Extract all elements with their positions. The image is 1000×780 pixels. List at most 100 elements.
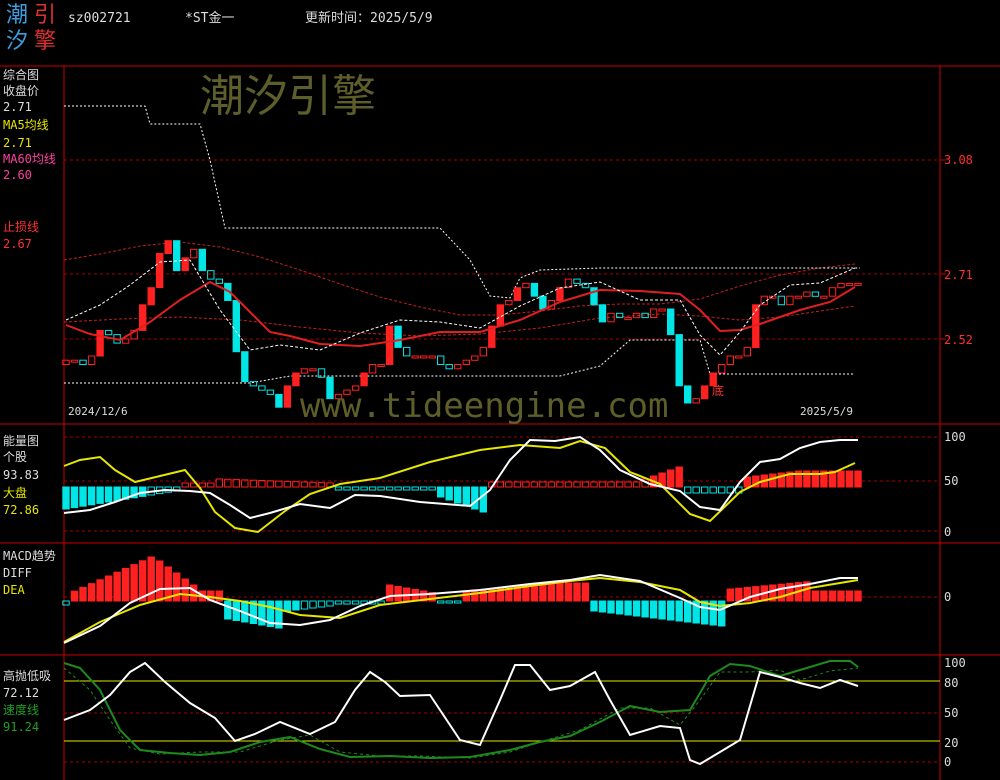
candle [241, 351, 249, 383]
ma5-value: 2.71 [3, 136, 32, 150]
energy-bar [377, 486, 385, 491]
brand-watermark: 潮汐引擎 [200, 71, 376, 122]
macd-bar [828, 590, 837, 602]
macd-bar [300, 600, 309, 610]
energy-bar [684, 486, 692, 494]
energy-bar [207, 482, 215, 488]
osc-axis-100: 100 [944, 656, 966, 670]
macd-bar [590, 600, 598, 612]
candle [403, 346, 411, 357]
candle [667, 308, 675, 336]
energy-axis-0: 0 [944, 525, 952, 539]
macd-bar [445, 600, 453, 604]
energy-bar [530, 481, 539, 488]
energy-bar [581, 481, 590, 488]
candle [156, 253, 164, 289]
macd-bar [292, 600, 300, 611]
candle [377, 364, 385, 367]
candle [658, 308, 666, 312]
energy-bar [181, 482, 189, 488]
macd-bar [437, 600, 445, 604]
energy-bar [564, 481, 573, 488]
macd-bar [377, 600, 385, 605]
candle [786, 295, 794, 306]
macd-bar [854, 590, 862, 602]
macd-bar [684, 600, 692, 623]
candle [479, 346, 488, 357]
candle [445, 364, 453, 370]
macd-bar [632, 600, 641, 617]
energy-bar [462, 486, 471, 507]
macd-bar [641, 600, 649, 618]
candle [275, 393, 283, 408]
speed-value: 91.24 [3, 720, 40, 734]
energy-bar [718, 486, 726, 494]
macd-bar [104, 575, 113, 602]
energy-axis-100: 100 [944, 430, 966, 444]
macd-bar [70, 590, 79, 602]
candle [854, 282, 862, 286]
energy-bar [615, 481, 624, 488]
energy-bar [215, 478, 224, 488]
macd-bar [190, 584, 198, 602]
osc-axis-50: 50 [944, 706, 959, 720]
energy-bar [62, 486, 70, 510]
price-axis-label-mid: 2.71 [944, 268, 973, 282]
candle [394, 325, 402, 348]
candle [385, 325, 394, 366]
macd-bar [317, 600, 326, 608]
energy-bar [539, 481, 547, 488]
macd-bar [726, 588, 734, 602]
energy-bar [667, 469, 675, 488]
energy-bar [309, 481, 317, 488]
candle [539, 295, 547, 310]
speed-label: 速度线 [3, 703, 40, 717]
osc-axis-0: 0 [944, 755, 952, 769]
macd-bar [334, 600, 343, 605]
energy-bar [351, 486, 360, 491]
osc-axis-20: 20 [944, 736, 959, 750]
macd-bar [173, 572, 181, 602]
energy-bar [368, 486, 377, 491]
candle [794, 295, 803, 299]
energy-bar [198, 482, 207, 488]
url-watermark: www.tideengine.com [300, 386, 669, 426]
candle [624, 317, 632, 321]
macd-bar [837, 590, 845, 602]
candle [828, 287, 837, 297]
candle [649, 308, 658, 318]
energy-bar [607, 481, 615, 488]
energy-bar [769, 473, 777, 488]
energy-bar [224, 478, 232, 488]
candle [215, 278, 224, 284]
macd-bar [598, 600, 607, 613]
candle [147, 287, 155, 306]
candle [471, 355, 479, 361]
macd-bar [667, 600, 675, 621]
macd-bar [752, 586, 760, 602]
energy-bar [420, 486, 428, 491]
candle [266, 389, 275, 395]
axis-ticks [940, 159, 946, 340]
logo-char-4: 擎 [34, 29, 57, 54]
stock-name: *ST金一 [185, 11, 235, 26]
close-label: 收盘价 [3, 84, 40, 98]
energy-bar [428, 486, 436, 491]
energy-bar [343, 486, 351, 491]
logo-char-1: 潮 [6, 3, 29, 28]
energy-market-label: 大盘 [3, 486, 28, 500]
logo-char-2: 引 [34, 3, 57, 28]
energy-bar [496, 481, 505, 488]
candle [692, 398, 700, 404]
energy-bar [283, 480, 292, 488]
energy-bar [471, 486, 479, 510]
diff-label: DIFF [3, 566, 32, 580]
candle [79, 359, 87, 366]
candle [726, 355, 734, 365]
candle [437, 355, 445, 365]
ma60-label: MA60均线 [3, 152, 56, 166]
candle [556, 287, 564, 302]
macd-bar [539, 583, 547, 602]
candle [300, 368, 309, 374]
macd-bar [658, 600, 666, 620]
